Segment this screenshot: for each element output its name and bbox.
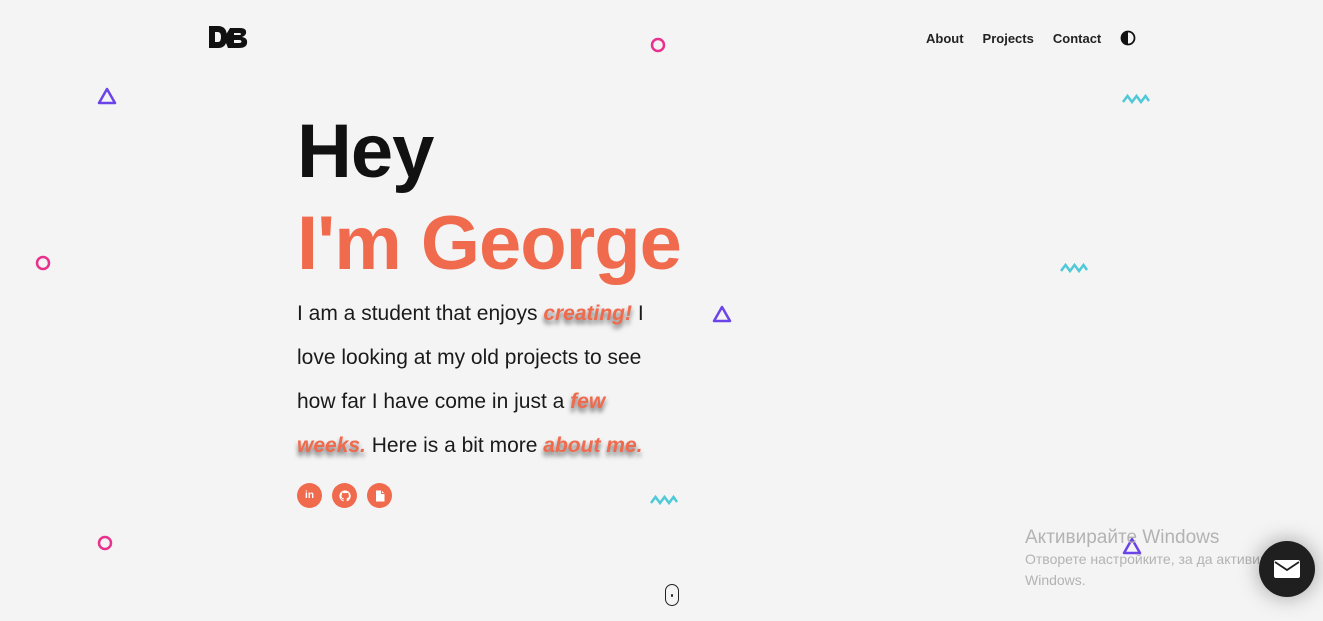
logo[interactable] (208, 24, 250, 50)
document-icon (375, 490, 384, 501)
decorative-triangle-icon (97, 87, 117, 105)
github-button[interactable] (332, 483, 357, 508)
intro-text: Here is a bit more (365, 434, 544, 457)
linkedin-button[interactable]: in (297, 483, 322, 508)
decorative-circle-icon (97, 535, 113, 551)
decorative-circle-icon (650, 37, 666, 53)
scroll-wheel-dot (671, 594, 673, 597)
nav-contact-link[interactable]: Contact (1053, 31, 1101, 46)
contrast-icon[interactable] (1120, 30, 1136, 46)
mail-button[interactable] (1259, 541, 1315, 597)
intro-highlight-creating: creating! (543, 302, 632, 325)
intro-text: I am a student that enjoys (297, 302, 544, 325)
nav-about-link[interactable]: About (926, 31, 964, 46)
decorative-zigzag-icon (1122, 93, 1150, 105)
scroll-down-indicator[interactable] (665, 584, 679, 606)
linkedin-icon: in (305, 490, 314, 501)
nav-projects-link[interactable]: Projects (983, 31, 1034, 46)
hero-greeting: Hey (297, 109, 434, 194)
mail-icon (1274, 560, 1300, 578)
decorative-triangle-icon (712, 305, 732, 323)
hero-intro: I am a student that enjoys creating! I l… (297, 292, 677, 468)
github-icon (338, 489, 351, 501)
decorative-circle-icon (35, 255, 51, 271)
decorative-zigzag-icon (1060, 262, 1088, 274)
social-links: in (297, 483, 402, 508)
about-me-link[interactable]: about me. (543, 434, 642, 457)
hero-name: I'm George (297, 201, 682, 286)
main-nav: About Projects Contact (926, 30, 1136, 46)
decorative-zigzag-icon (650, 494, 678, 506)
resume-button[interactable] (367, 483, 392, 508)
